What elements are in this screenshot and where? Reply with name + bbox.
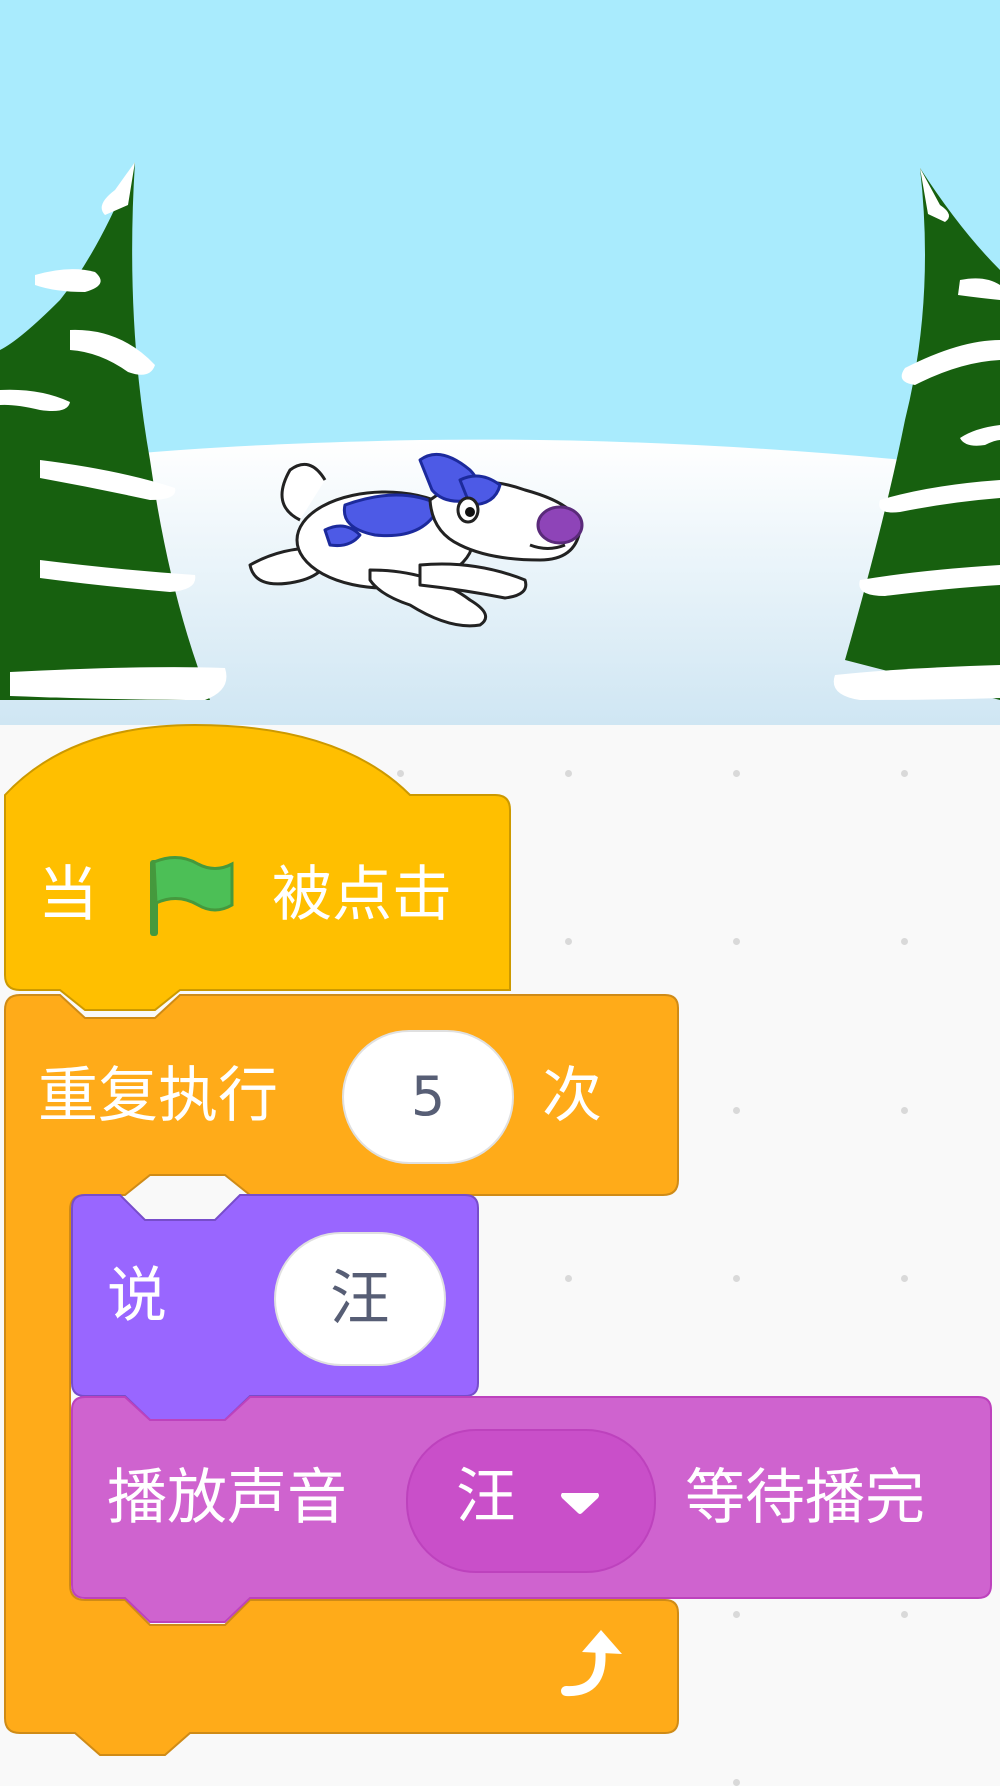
say-message-input[interactable]: 汪	[274, 1232, 446, 1366]
repeat-label: 重复执行	[38, 1061, 278, 1131]
grid-dot	[733, 1779, 740, 1786]
play-sound-suffix-label: 等待播完	[685, 1463, 925, 1533]
repeat-count-input[interactable]: 5	[342, 1030, 514, 1164]
hat-suffix-label: 被点击	[272, 860, 452, 930]
say-label: 说	[107, 1261, 167, 1331]
play-sound-label: 播放声音	[107, 1463, 347, 1533]
sound-dropdown[interactable]: 汪	[406, 1429, 656, 1573]
dropdown-arrow-icon	[561, 1493, 599, 1514]
repeat-unit-label: 次	[542, 1061, 602, 1131]
hat-prefix-label: 当	[38, 860, 98, 930]
sound-dropdown-value: 汪	[456, 1462, 516, 1532]
